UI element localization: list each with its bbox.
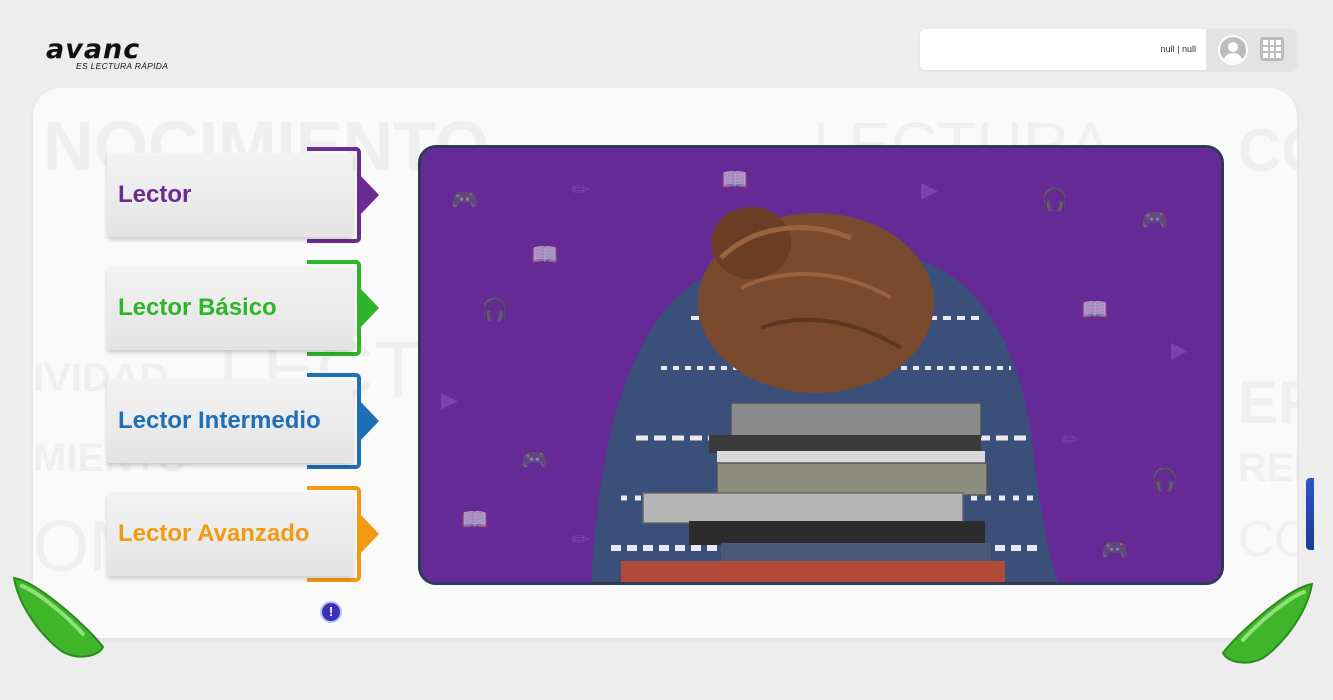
hero-image: 🎮 📖 🎧 ✏ ▶ 🎮 📖 ✏ 🎧 🎮 📖 ▶ ✏ 🎧 🎮 📖 ▶	[418, 145, 1224, 585]
level-button-lector[interactable]: Lector	[107, 147, 379, 243]
level-label: Lector Básico	[118, 294, 277, 321]
side-tab[interactable]	[1306, 478, 1314, 550]
user-bar: null | null	[920, 29, 1297, 70]
student-illustration	[591, 207, 1059, 582]
level-card: Lector Intermedio	[107, 379, 353, 463]
level-card: Lector Básico	[107, 266, 353, 350]
logo-tagline: ES LECTURA RÁPIDA	[76, 61, 169, 71]
user-controls	[1206, 29, 1297, 70]
background-word: CO	[1238, 511, 1297, 567]
level-arrow-icon	[359, 513, 379, 555]
level-card: Lector Avanzado	[107, 492, 353, 576]
level-label: Lector Avanzado	[118, 520, 310, 547]
background-word: CO	[1238, 117, 1297, 184]
grid-menu-icon[interactable]	[1260, 37, 1284, 61]
level-button-basico[interactable]: Lector Básico	[107, 260, 379, 356]
background-word: EF	[1238, 369, 1297, 436]
background-word: REN	[1238, 446, 1297, 490]
level-button-avanzado[interactable]: Lector Avanzado	[107, 486, 379, 582]
level-arrow-icon	[359, 174, 379, 216]
level-label: Lector	[118, 181, 192, 208]
level-card: Lector	[107, 153, 353, 237]
info-icon[interactable]: !	[320, 601, 342, 623]
level-label: Lector Intermedio	[118, 407, 321, 434]
level-arrow-icon	[359, 287, 379, 329]
user-avatar-icon[interactable]	[1218, 35, 1248, 65]
level-button-intermedio[interactable]: Lector Intermedio	[107, 373, 379, 469]
brand-logo: avanc ES LECTURA RÁPIDA	[46, 36, 186, 72]
level-arrow-icon	[359, 400, 379, 442]
arrow-left-icon[interactable]	[8, 572, 108, 662]
user-name: null | null	[1160, 44, 1196, 54]
arrow-right-icon[interactable]	[1218, 578, 1318, 668]
logo-wordmark: avanc	[46, 34, 141, 65]
